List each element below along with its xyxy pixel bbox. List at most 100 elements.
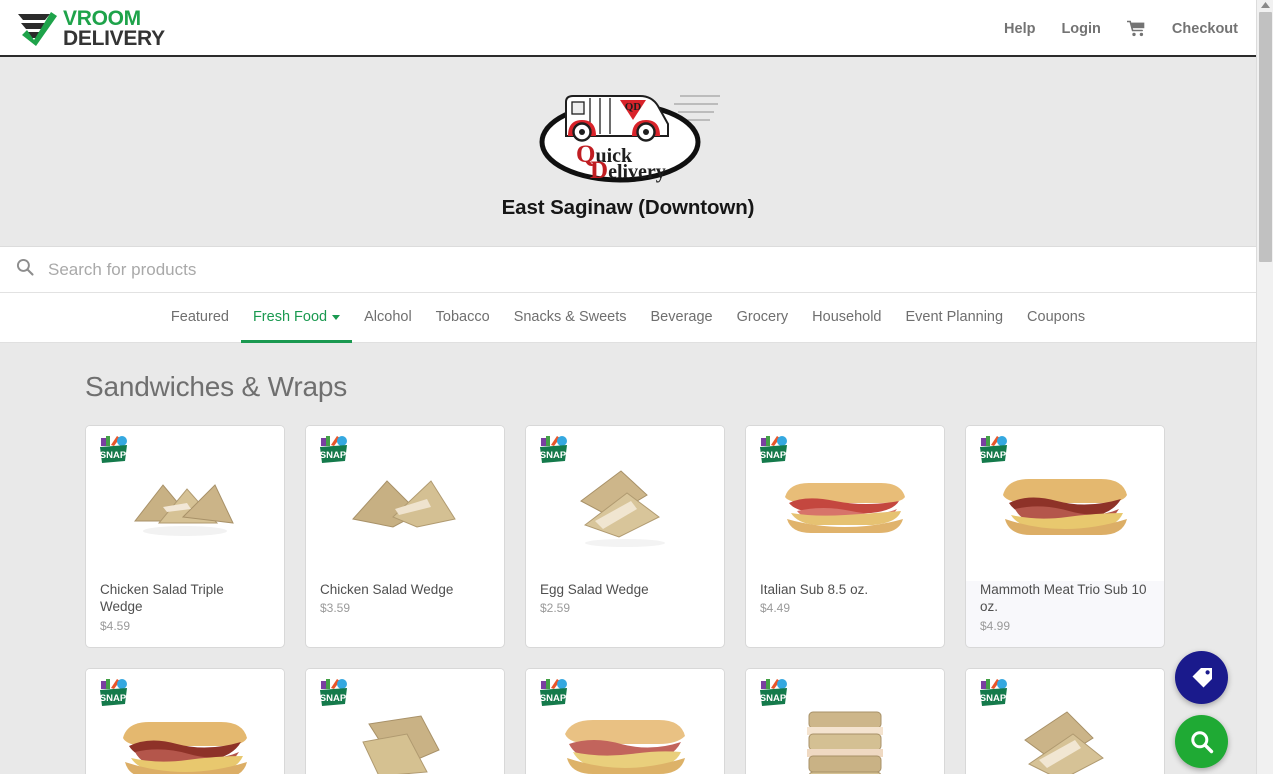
product-image: SNAP — [526, 426, 724, 581]
snap-badge-icon: SNAP — [318, 677, 350, 709]
nav-fresh-food[interactable]: Fresh Food — [240, 294, 353, 343]
stacked-sandwich-image — [807, 711, 883, 774]
product-card[interactable]: SNAP Italian Sub 8.5 oz. $4.49 — [745, 425, 945, 648]
product-image: SNAP — [86, 669, 284, 774]
search-input[interactable] — [46, 258, 746, 281]
nav-coupons[interactable]: Coupons — [1015, 294, 1097, 343]
brand-name-line2: DELIVERY — [63, 27, 165, 50]
svg-text:SNAP: SNAP — [760, 450, 787, 461]
page-title: Sandwiches & Wraps — [85, 371, 348, 402]
product-card[interactable]: SNAP Egg Salad Wedge $2.59 — [525, 425, 725, 648]
browser-viewport: VROOM DELIVERY Help Login Checkout QD Qu… — [0, 0, 1273, 774]
nav-alcohol[interactable]: Alcohol — [352, 294, 424, 343]
sub-sandwich-meat-image — [123, 722, 247, 774]
category-nav: Featured Fresh Food Alcohol Tobacco Snac… — [0, 293, 1256, 343]
product-info: Mammoth Meat Trio Sub 10 oz. $4.99 — [966, 581, 1164, 633]
product-price: $4.49 — [760, 601, 791, 616]
svg-text:SNAP: SNAP — [540, 450, 567, 461]
checkout-link[interactable]: Checkout — [1172, 21, 1238, 37]
page-root: VROOM DELIVERY Help Login Checkout QD Qu… — [0, 0, 1256, 774]
product-price: $2.59 — [540, 601, 571, 616]
product-price: $4.59 — [100, 618, 131, 633]
product-card[interactable]: SNAP — [85, 668, 285, 774]
nav-tobacco[interactable]: Tobacco — [424, 294, 502, 343]
shopping-cart-icon[interactable] — [1126, 20, 1146, 37]
nav-event-planning[interactable]: Event Planning — [894, 294, 1016, 343]
product-image: SNAP — [966, 426, 1164, 581]
product-grid: SNAP Chicken Salad Triple Wedge $4.59 SN… — [0, 425, 1256, 774]
svg-text:SNAP: SNAP — [320, 693, 347, 704]
nav-beverage[interactable]: Beverage — [639, 294, 725, 343]
product-name: Italian Sub 8.5 oz. — [760, 582, 869, 597]
snap-badge-icon: SNAP — [538, 434, 570, 466]
promotions-fab[interactable] — [1175, 651, 1228, 704]
search-bar[interactable] — [0, 246, 1256, 293]
svg-text:SNAP: SNAP — [980, 693, 1007, 704]
product-image: SNAP — [746, 426, 944, 581]
product-listing: Sandwiches & Wraps SNAP Chicken Salad Tr… — [0, 343, 1256, 774]
snap-badge-icon: SNAP — [758, 677, 790, 709]
sub-sandwich-image — [785, 483, 905, 533]
search-fab[interactable] — [1175, 715, 1228, 768]
svg-text:SNAP: SNAP — [100, 450, 127, 461]
svg-text:SNAP: SNAP — [320, 450, 347, 461]
product-image: SNAP — [746, 669, 944, 774]
search-icon — [1190, 730, 1213, 753]
product-image: SNAP — [306, 669, 504, 774]
help-link[interactable]: Help — [1004, 21, 1035, 37]
nav-fresh-food-label: Fresh Food — [252, 309, 328, 325]
category-nav-items: Featured Fresh Food Alcohol Tobacco Snac… — [159, 293, 1097, 343]
product-info: Chicken Salad Triple Wedge $4.59 — [86, 581, 284, 633]
top-bar: VROOM DELIVERY Help Login Checkout — [0, 0, 1256, 57]
wedge-sandwich-triple-image — [133, 484, 234, 536]
product-image: SNAP — [306, 426, 504, 581]
wedge-sandwich-pair-image — [580, 470, 665, 547]
product-name: Chicken Salad Wedge — [320, 582, 454, 597]
svg-text:QD: QD — [625, 101, 642, 113]
store-hero: QD Quick Delivery East Saginaw (Downtown… — [0, 57, 1256, 246]
product-name: Mammoth Meat Trio Sub 10 oz. — [980, 582, 1147, 615]
product-card[interactable]: SNAP Mammoth Meat Trio Sub 10 oz. $4.99 — [965, 425, 1165, 648]
snap-badge-icon: SNAP — [978, 434, 1010, 466]
scrollbar-thumb[interactable] — [1259, 12, 1272, 262]
snap-badge-icon: SNAP — [98, 434, 130, 466]
vroom-delivery-logo[interactable]: VROOM DELIVERY — [14, 8, 165, 50]
vertical-scrollbar[interactable] — [1256, 0, 1273, 774]
snap-badge-icon: SNAP — [98, 677, 130, 709]
product-card[interactable]: SNAP — [965, 668, 1165, 774]
wedge-sandwich-image — [352, 480, 456, 528]
tag-icon — [1192, 667, 1212, 687]
product-price: $3.59 — [320, 601, 351, 616]
login-link[interactable]: Login — [1061, 21, 1100, 37]
product-info: Italian Sub 8.5 oz. $4.49 — [746, 581, 944, 615]
quick-delivery-logo: QD Quick Delivery — [528, 74, 728, 194]
sub-sandwich-meat-image — [1003, 479, 1127, 535]
product-info: Chicken Salad Wedge $3.59 — [306, 581, 504, 615]
snap-badge-icon: SNAP — [758, 434, 790, 466]
product-card[interactable]: SNAP — [745, 668, 945, 774]
product-card[interactable]: SNAP Chicken Salad Triple Wedge $4.59 — [85, 425, 285, 648]
scroll-up-arrow-icon[interactable] — [1257, 0, 1273, 10]
svg-text:Delivery: Delivery — [590, 157, 666, 184]
nav-featured[interactable]: Featured — [159, 294, 241, 343]
wedge-sandwich-image — [362, 715, 440, 774]
product-name: Egg Salad Wedge — [540, 582, 649, 597]
nav-snacks-sweets[interactable]: Snacks & Sweets — [502, 294, 639, 343]
quick-delivery-logo-graphic: QD Quick Delivery — [539, 95, 720, 184]
wedge-sandwich-pair-image — [1024, 711, 1104, 774]
snap-badge-icon: SNAP — [978, 677, 1010, 709]
svg-text:SNAP: SNAP — [100, 693, 127, 704]
product-card[interactable]: SNAP — [305, 668, 505, 774]
chevron-down-icon — [332, 314, 341, 320]
store-name: East Saginaw (Downtown) — [501, 196, 755, 219]
svg-text:SNAP: SNAP — [760, 693, 787, 704]
product-image: SNAP — [526, 669, 724, 774]
nav-household[interactable]: Household — [800, 294, 893, 343]
product-card[interactable]: SNAP — [525, 668, 725, 774]
svg-text:SNAP: SNAP — [540, 693, 567, 704]
sub-sandwich-image — [565, 720, 685, 774]
search-icon — [16, 258, 34, 281]
snap-badge-icon: SNAP — [318, 434, 350, 466]
product-card[interactable]: SNAP Chicken Salad Wedge $3.59 — [305, 425, 505, 648]
nav-grocery[interactable]: Grocery — [725, 294, 801, 343]
